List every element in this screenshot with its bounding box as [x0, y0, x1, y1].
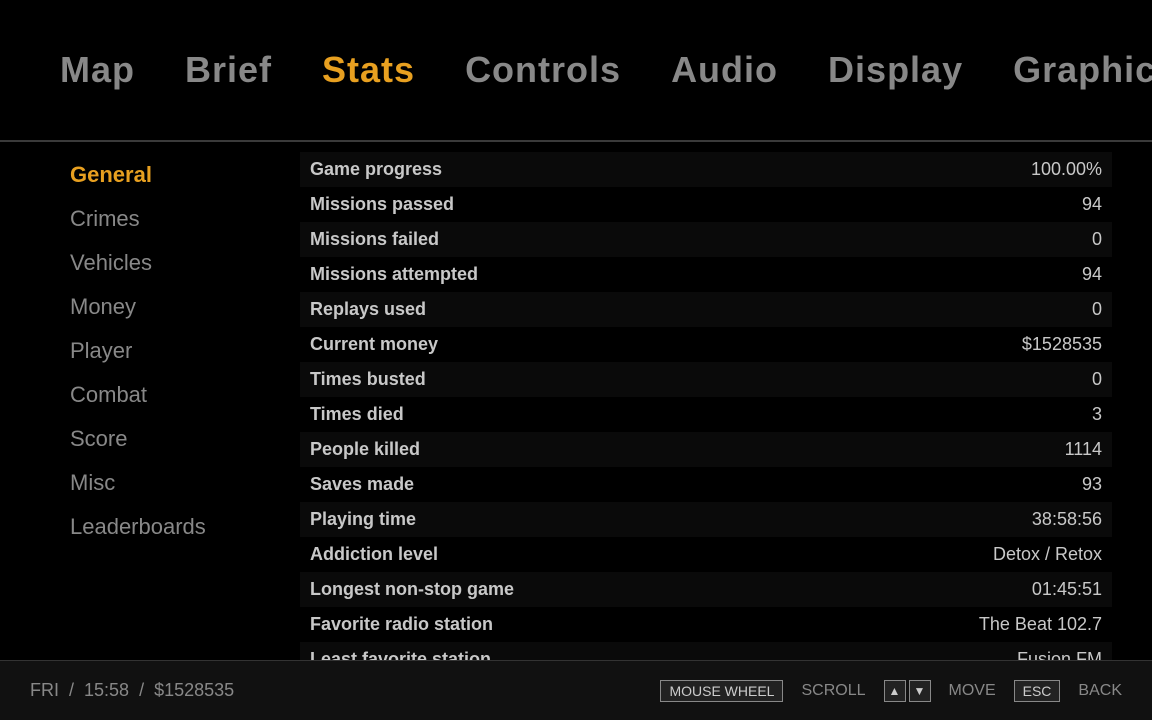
stat-row: Missions attempted 94 — [300, 257, 1112, 292]
stat-value: 0 — [1092, 369, 1102, 390]
stat-label: Playing time — [310, 509, 416, 530]
stats-area: Game progress100.00%Missions passed94Mis… — [280, 142, 1152, 660]
stat-row: Times died 3 — [300, 397, 1112, 432]
stat-row: Favorite radio station The Beat 102.7 — [300, 607, 1112, 642]
sidebar-item-leaderboards[interactable]: Leaderboards — [70, 514, 280, 540]
stat-value: 93 — [1082, 474, 1102, 495]
scroll-label: SCROLL — [801, 682, 865, 700]
move-label: MOVE — [949, 682, 996, 700]
money-display: $1528535 — [154, 680, 234, 701]
sidebar-item-vehicles[interactable]: Vehicles — [70, 250, 280, 276]
up-arrow-icon: ▲ — [884, 680, 906, 702]
time-display: 15:58 — [84, 680, 129, 701]
stat-row: Playing time 38:58:56 — [300, 502, 1112, 537]
stat-row: Current money $1528535 — [300, 327, 1112, 362]
separator1: / — [69, 680, 74, 701]
bottom-controls: MOUSE WHEEL SCROLL ▲ ▼ MOVE ESC BACK — [660, 680, 1122, 702]
stat-value: 100.00% — [1031, 159, 1102, 180]
stat-value: 3 — [1092, 404, 1102, 425]
stat-value: 38:58:56 — [1032, 509, 1102, 530]
sidebar-item-general[interactable]: General — [70, 162, 280, 188]
bottom-bar: FRI / 15:58 / $1528535 MOUSE WHEEL SCROL… — [0, 660, 1152, 720]
stat-value: Detox / Retox — [993, 544, 1102, 565]
nav-item-brief[interactable]: Brief — [185, 49, 272, 91]
stat-label: Replays used — [310, 299, 426, 320]
day-display: FRI — [30, 680, 59, 701]
main-content: General Crimes Vehicles Money Player Combat Sc… — [0, 142, 1152, 660]
nav-item-map[interactable]: Map — [60, 49, 135, 91]
stat-label: Longest non-stop game — [310, 579, 514, 600]
nav-item-graphics[interactable]: Graphics — [1013, 49, 1152, 91]
stat-label: Current money — [310, 334, 438, 355]
nav-item-audio[interactable]: Audio — [671, 49, 778, 91]
sidebar: General Crimes Vehicles Money Player Combat Sc… — [0, 142, 280, 660]
stat-row: Missions failed 0 — [300, 222, 1112, 257]
down-arrow-icon: ▼ — [909, 680, 931, 702]
stat-row: Saves made 93 — [300, 467, 1112, 502]
stat-label: Saves made — [310, 474, 414, 495]
stat-row: Least favorite station Fusion FM — [300, 642, 1112, 660]
stat-label: People killed — [310, 439, 420, 460]
bottom-status: FRI / 15:58 / $1528535 — [30, 680, 234, 701]
stat-label: Addiction level — [310, 544, 438, 565]
nav-item-controls[interactable]: Controls — [465, 49, 621, 91]
sidebar-item-money[interactable]: Money — [70, 294, 280, 320]
stat-row: Missions passed 94 — [300, 187, 1112, 222]
stat-value: Fusion FM — [1017, 649, 1102, 660]
stat-label: Favorite radio station — [310, 614, 493, 635]
stat-label: Times busted — [310, 369, 426, 390]
stat-row: People killed 1114 — [300, 432, 1112, 467]
stat-value: 1114 — [1065, 439, 1102, 460]
stat-value: 94 — [1082, 194, 1102, 215]
stat-row: Addiction level Detox / Retox — [300, 537, 1112, 572]
stat-label: Missions passed — [310, 194, 454, 215]
sidebar-item-combat[interactable]: Combat — [70, 382, 280, 408]
back-label: BACK — [1078, 682, 1122, 700]
sidebar-item-player[interactable]: Player — [70, 338, 280, 364]
stat-row: Longest non-stop game 01:45:51 — [300, 572, 1112, 607]
esc-badge: ESC — [1014, 680, 1061, 702]
stat-label: Missions attempted — [310, 264, 478, 285]
sidebar-item-misc[interactable]: Misc — [70, 470, 280, 496]
stat-value: 01:45:51 — [1032, 579, 1102, 600]
arrow-keys: ▲ ▼ — [884, 680, 931, 702]
sidebar-item-crimes[interactable]: Crimes — [70, 206, 280, 232]
stat-value: 94 — [1082, 264, 1102, 285]
top-navigation: Map Brief Stats Controls Audio Display Graphic… — [0, 0, 1152, 140]
stat-label: Least favorite station — [310, 649, 491, 660]
nav-item-stats[interactable]: Stats — [322, 49, 415, 91]
stat-row: Times busted 0 — [300, 362, 1112, 397]
sidebar-item-score[interactable]: Score — [70, 426, 280, 452]
mouse-wheel-badge: MOUSE WHEEL — [660, 680, 783, 702]
stat-label: Times died — [310, 404, 404, 425]
stat-row: Replays used 0 — [300, 292, 1112, 327]
nav-item-display[interactable]: Display — [828, 49, 963, 91]
stat-value: 0 — [1092, 229, 1102, 250]
stat-value: $1528535 — [1022, 334, 1102, 355]
stat-value: 0 — [1092, 299, 1102, 320]
stat-value: The Beat 102.7 — [979, 614, 1102, 635]
stat-label: Game progress — [310, 159, 442, 180]
stat-label: Missions failed — [310, 229, 439, 250]
separator2: / — [139, 680, 144, 701]
stat-row: Game progress 100.00% — [300, 152, 1112, 187]
